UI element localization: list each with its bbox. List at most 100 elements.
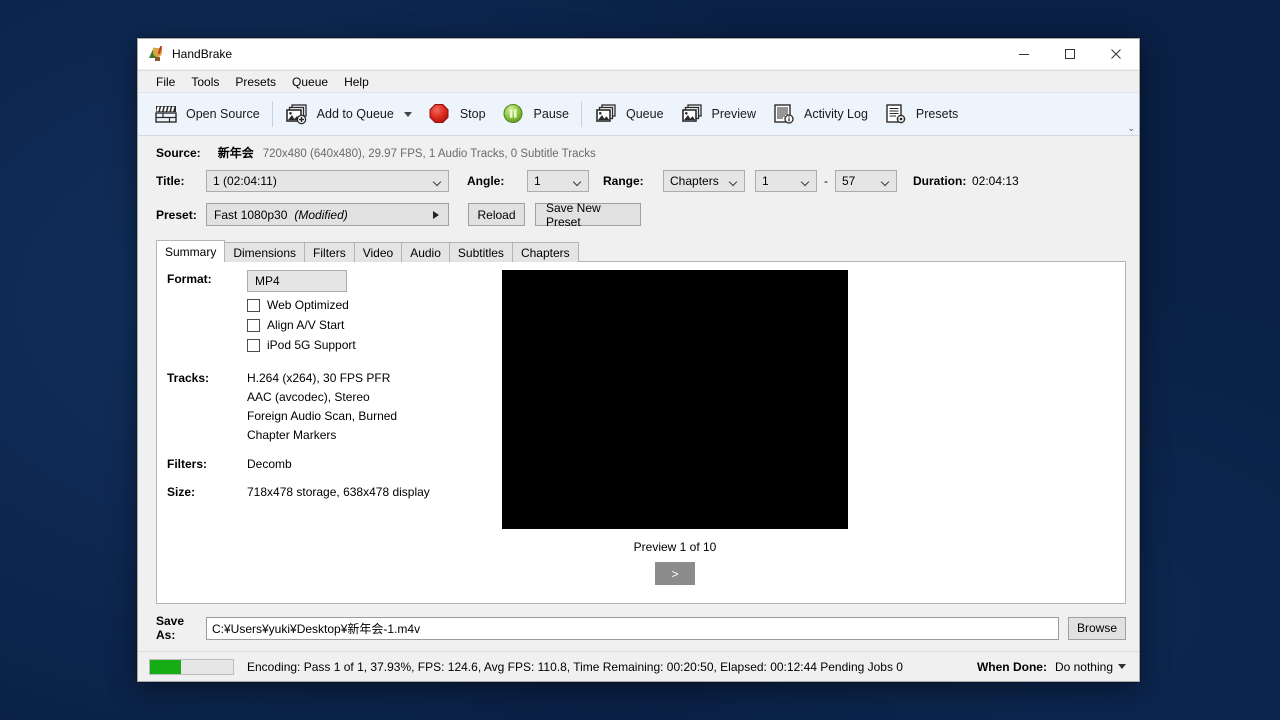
size-value: 718x478 storage, 638x478 display <box>247 485 430 499</box>
chevron-right-icon <box>433 210 439 219</box>
tab-audio[interactable]: Audio <box>401 242 450 262</box>
browse-button[interactable]: Browse <box>1068 616 1126 640</box>
format-row: Format: MP4 Web Optimized Align A/V Star… <box>167 270 497 352</box>
stop-button[interactable]: Stop <box>420 96 494 132</box>
minimize-button[interactable] <box>1001 39 1047 70</box>
tab-dimensions[interactable]: Dimensions <box>224 242 306 262</box>
chevron-down-icon <box>882 179 889 183</box>
when-done-label: When Done: <box>976 659 1047 674</box>
track-line: H.264 (x264), 30 FPS PFR <box>247 371 391 385</box>
summary-details: Format: MP4 Web Optimized Align A/V Star… <box>167 270 497 502</box>
toolbar-divider <box>271 101 273 127</box>
summary-tab-panel: Format: MP4 Web Optimized Align A/V Star… <box>156 261 1126 604</box>
preset-label: Preset: <box>156 207 197 222</box>
chevron-down-icon[interactable] <box>403 111 412 117</box>
stop-icon <box>428 103 452 125</box>
range-type-value: Chapters <box>670 174 719 188</box>
tab-chapters[interactable]: Chapters <box>511 242 579 262</box>
open-source-button[interactable]: Open Source <box>146 96 268 132</box>
align-av-start-checkbox[interactable] <box>247 318 260 332</box>
add-to-queue-label: Add to Queue <box>316 107 394 121</box>
pause-button[interactable]: Pause <box>494 96 577 132</box>
menu-item-file[interactable]: File <box>148 72 183 92</box>
web-optimized-checkbox-row[interactable]: Web Optimized <box>247 298 497 312</box>
handbrake-cocktail-icon <box>148 45 164 62</box>
presets-gear-document-icon <box>884 103 908 125</box>
menu-item-presets[interactable]: Presets <box>227 72 284 92</box>
source-details: 720x480 (640x480), 29.97 FPS, 1 Audio Tr… <box>262 148 596 160</box>
range-type-select[interactable]: Chapters <box>663 170 745 192</box>
clapperboard-icon <box>154 103 178 125</box>
tab-filters[interactable]: Filters <box>304 242 355 262</box>
preview-button[interactable]: Preview <box>672 96 764 132</box>
title-select[interactable]: 1 (02:04:11) <box>206 170 449 192</box>
menu-item-queue[interactable]: Queue <box>284 72 336 92</box>
open-source-label: Open Source <box>186 107 260 121</box>
duration-label: Duration: <box>913 174 967 188</box>
preview-next-button[interactable]: > <box>655 562 695 585</box>
toolbar-overflow-chevron-icon[interactable]: ⌄ <box>1127 124 1135 133</box>
source-row: Source: 新年会 720x480 (640x480), 29.97 FPS… <box>138 136 1139 163</box>
chapter-start-select[interactable]: 1 <box>755 170 817 192</box>
tab-video[interactable]: Video <box>353 242 403 262</box>
angle-select[interactable]: 1 <box>527 170 589 192</box>
save-new-preset-button[interactable]: Save New Preset <box>535 201 641 229</box>
window-title: HandBrake <box>172 47 233 61</box>
source-name: 新年会 <box>217 146 254 160</box>
ipod-5g-support-checkbox[interactable] <box>247 338 260 352</box>
ipod-5g-support-checkbox-row[interactable]: iPod 5G Support <box>247 338 497 352</box>
handbrake-window: HandBrake File Tools Presets Queue Help <box>137 38 1140 682</box>
chevron-down-icon <box>434 179 441 183</box>
format-value: MP4 <box>255 274 280 288</box>
title-bar: HandBrake <box>138 39 1139 70</box>
menu-item-help[interactable]: Help <box>336 72 377 92</box>
preset-modified-badge: (Modified) <box>294 207 348 222</box>
pause-label: Pause <box>533 107 569 121</box>
preview-image-stack-icon <box>680 103 704 125</box>
preset-value: Fast 1080p30 <box>214 207 288 222</box>
chevron-down-icon[interactable] <box>1118 664 1126 669</box>
save-as-input[interactable]: C:¥Users¥yuki¥Desktop¥新年会-1.m4v <box>206 616 1059 640</box>
preview-label: Preview <box>711 107 756 121</box>
reload-preset-button[interactable]: Reload <box>468 203 525 226</box>
web-optimized-checkbox[interactable] <box>247 298 260 312</box>
align-av-start-checkbox-row[interactable]: Align A/V Start <box>247 318 497 332</box>
format-select[interactable]: MP4 <box>247 270 347 292</box>
tracks-label: Tracks: <box>167 371 210 385</box>
maximize-button[interactable] <box>1047 39 1093 70</box>
track-line: AAC (avcodec), Stereo <box>247 390 370 404</box>
encode-progress-bar <box>149 658 234 675</box>
close-button[interactable] <box>1093 39 1139 70</box>
presets-button[interactable]: Presets <box>876 96 966 132</box>
image-stack-icon <box>594 103 618 125</box>
tracks-row: Tracks: H.264 (x264), 30 FPS PFR AAC (av… <box>167 369 497 445</box>
filters-row: Filters: Decomb <box>167 455 497 474</box>
tab-strip: Summary Dimensions Filters Video Audio S… <box>156 240 1139 262</box>
queue-button[interactable]: Queue <box>586 96 672 132</box>
chapter-end-select[interactable]: 57 <box>835 170 897 192</box>
menu-item-tools[interactable]: Tools <box>183 72 227 92</box>
angle-label: Angle: <box>467 174 505 188</box>
source-label: Source: <box>156 146 201 160</box>
size-label: Size: <box>167 485 196 499</box>
title-select-value: 1 (02:04:11) <box>213 174 277 188</box>
encode-progress-fill <box>150 659 182 674</box>
filters-label: Filters: <box>167 457 208 471</box>
when-done-value[interactable]: Do nothing <box>1055 660 1113 674</box>
title-angle-range-row: Title: 1 (02:04:11) Angle: 1 Range: Chap… <box>138 163 1139 192</box>
tab-subtitles[interactable]: Subtitles <box>448 242 513 262</box>
add-to-queue-button[interactable]: Add to Queue <box>277 96 420 132</box>
add-image-stack-icon <box>285 103 309 125</box>
presets-label: Presets <box>915 107 959 121</box>
tab-summary[interactable]: Summary <box>156 240 226 262</box>
activity-log-button[interactable]: Activity Log <box>764 96 876 132</box>
align-av-start-label: Align A/V Start <box>267 318 345 332</box>
track-line: Foreign Audio Scan, Burned <box>247 409 398 423</box>
queue-label: Queue <box>626 107 664 121</box>
activity-log-icon <box>772 103 796 125</box>
filters-value: Decomb <box>247 457 292 471</box>
preset-select[interactable]: Fast 1080p30 (Modified) <box>206 203 449 226</box>
save-as-row: Save As: C:¥Users¥yuki¥Desktop¥新年会-1.m4v… <box>138 604 1139 651</box>
pause-icon <box>502 103 526 125</box>
preset-row: Preset: Fast 1080p30 (Modified) Reload S… <box>138 192 1139 229</box>
